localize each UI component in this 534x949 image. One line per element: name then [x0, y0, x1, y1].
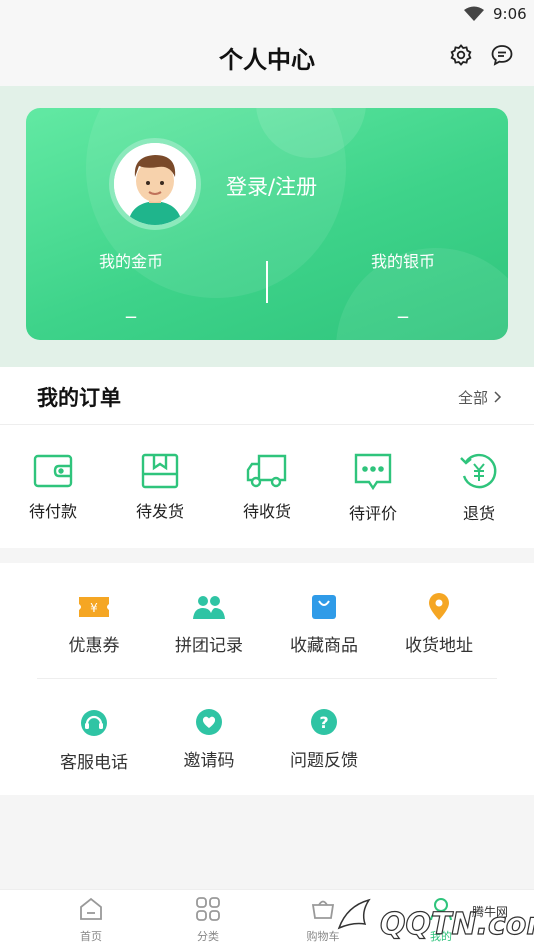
comment-icon: [354, 453, 392, 491]
chevron-right-icon: [493, 389, 503, 407]
tools-divider: [37, 678, 497, 679]
bag-icon: [312, 595, 336, 619]
watermark-logo: QQTN.com 腾牛网: [325, 878, 534, 949]
tool-label: 问题反馈: [290, 751, 358, 771]
tab-label: 首页: [80, 930, 102, 943]
silver-coin-value: _: [398, 294, 408, 318]
tool-label: 邀请码: [183, 751, 235, 771]
gold-coin-value: _: [126, 294, 136, 318]
tool-address[interactable]: 收货地址: [384, 593, 494, 656]
status-bar: 9:06: [0, 0, 534, 28]
tool-label: 客服电话: [60, 753, 128, 773]
tab-home[interactable]: 首页: [56, 896, 126, 944]
title-bar: 个人中心: [0, 28, 534, 86]
all-orders-link[interactable]: 全部: [458, 387, 503, 408]
headset-icon: [81, 710, 107, 736]
orders-title: 我的订单: [37, 386, 121, 410]
tool-coupon[interactable]: ¥ 优惠券: [39, 593, 149, 656]
coupon-icon: ¥: [79, 597, 109, 617]
orders-section: 我的订单 全部 待付款 待发货 待收货 待评价 退货: [0, 367, 534, 548]
order-pending-shipment[interactable]: 待发货: [120, 452, 200, 522]
watermark-brand: QQTN.com: [380, 907, 534, 942]
services-section: ¥ 优惠券 拼团记录 收藏商品 收货地址 客服电话 邀请码 ? 问题反馈: [0, 563, 534, 795]
order-pending-payment[interactable]: 待付款: [13, 452, 93, 522]
order-pending-review[interactable]: 待评价: [333, 452, 413, 524]
tool-group-records[interactable]: 拼团记录: [154, 593, 264, 656]
tool-customer-service[interactable]: 客服电话: [39, 708, 149, 773]
orders-header: 我的订单 全部: [0, 367, 534, 425]
order-label: 退货: [462, 504, 495, 523]
svg-text:?: ?: [319, 713, 328, 732]
tool-label: 拼团记录: [175, 636, 243, 656]
truck-icon: [246, 454, 287, 488]
wallet-icon: [33, 454, 73, 488]
order-label: 待收货: [242, 502, 291, 521]
profile-card: 登录/注册 我的金币 _ 我的银币 _: [26, 108, 508, 340]
tool-feedback[interactable]: ? 问题反馈: [269, 708, 379, 771]
tool-label: 优惠券: [68, 636, 120, 656]
order-label: 待发货: [135, 502, 184, 521]
status-time: 9:06: [493, 5, 527, 23]
coin-divider: [266, 261, 268, 303]
gold-coin-label[interactable]: 我的金币: [51, 248, 211, 272]
silver-coin-label[interactable]: 我的银币: [323, 248, 483, 272]
group-icon: [193, 596, 225, 619]
watermark-text: 腾牛网: [472, 904, 508, 919]
message-icon[interactable]: [491, 44, 513, 70]
location-icon: [429, 593, 449, 620]
gear-icon[interactable]: [450, 44, 472, 70]
tab-category[interactable]: 分类: [173, 896, 243, 944]
tool-label: 收货地址: [405, 636, 473, 656]
home-icon: [80, 897, 102, 920]
order-pending-receipt[interactable]: 待收货: [227, 452, 307, 522]
order-label: 待付款: [28, 502, 77, 521]
tool-invite-code[interactable]: 邀请码: [154, 708, 264, 771]
question-icon: ?: [311, 709, 337, 735]
tool-label: 收藏商品: [290, 636, 358, 656]
avatar[interactable]: [109, 138, 201, 230]
refund-icon: [460, 453, 497, 489]
order-label: 待评价: [348, 504, 397, 523]
wifi-icon: [464, 6, 484, 26]
grid-icon: [196, 897, 220, 921]
tab-label: 分类: [197, 930, 219, 943]
svg-text:¥: ¥: [90, 601, 98, 615]
login-register-link[interactable]: 登录/注册: [226, 171, 317, 201]
tool-favorites[interactable]: 收藏商品: [269, 593, 379, 656]
package-icon: [141, 453, 179, 489]
all-orders-label: 全部: [458, 389, 489, 407]
order-refund[interactable]: 退货: [439, 452, 519, 524]
heart-icon: [196, 709, 222, 735]
